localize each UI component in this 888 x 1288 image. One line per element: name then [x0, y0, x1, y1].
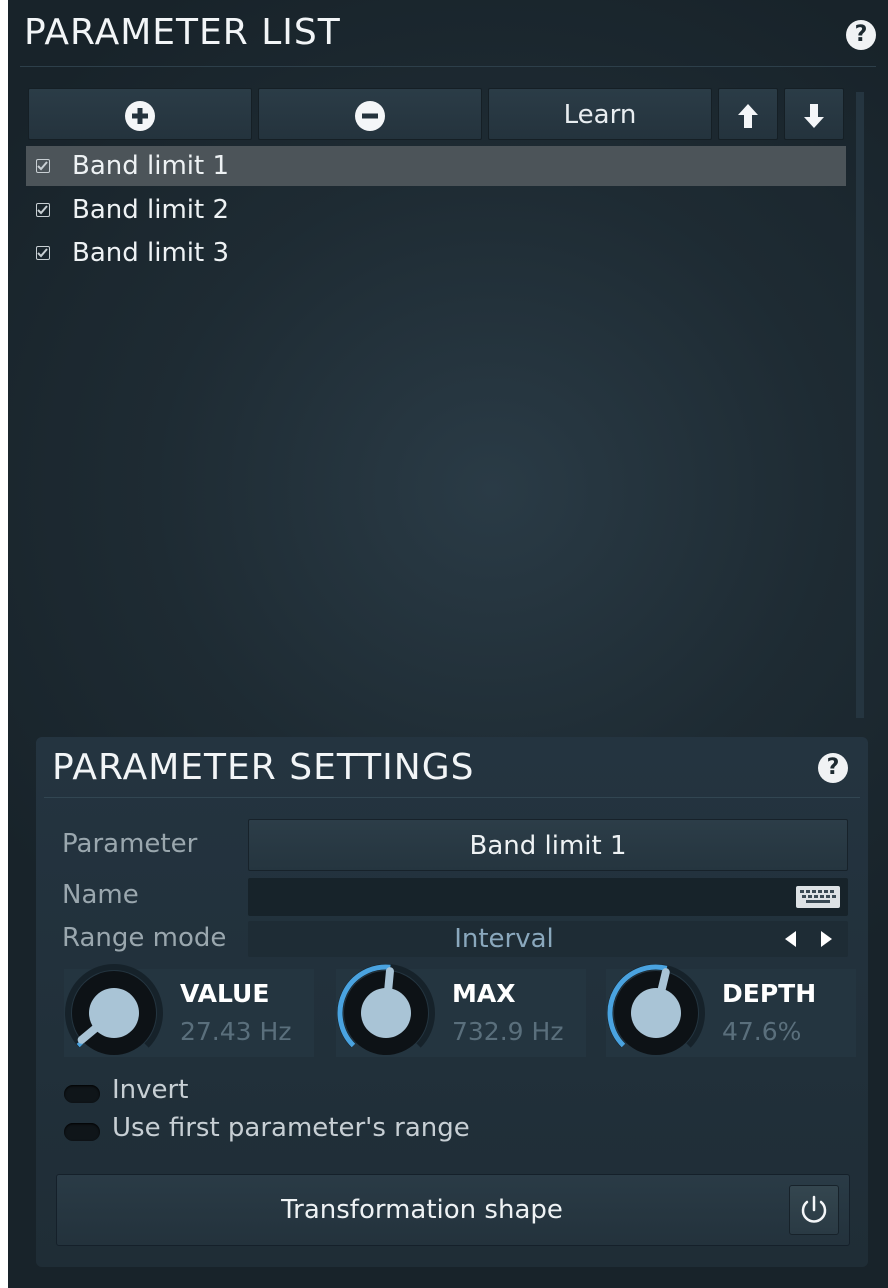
checkbox-icon[interactable] — [36, 159, 50, 173]
list-scrollbar[interactable] — [856, 92, 864, 718]
name-field[interactable] — [248, 878, 848, 916]
max-knob[interactable] — [334, 961, 438, 1065]
list-item-label: Band limit 3 — [72, 238, 230, 268]
knob-cap — [631, 988, 681, 1038]
parameter-settings-title: PARAMETER SETTINGS — [52, 747, 475, 788]
plus-circle-icon — [125, 100, 155, 131]
arrow-down-icon — [804, 103, 824, 128]
minus-circle-icon — [355, 100, 385, 131]
list-item[interactable]: Band limit 1 — [26, 146, 846, 186]
max-knob-title: MAX — [452, 979, 516, 1008]
title-divider — [20, 66, 876, 67]
knob-pointer — [383, 967, 394, 1000]
range-mode-selector[interactable]: Interval — [248, 921, 848, 957]
use-first-range-label: Use first parameter's range — [112, 1113, 470, 1143]
move-down-button[interactable] — [784, 88, 844, 140]
list-item-label: Band limit 2 — [72, 195, 230, 225]
add-parameter-button[interactable] — [28, 88, 252, 140]
depth-knob-group: DEPTH 47.6% — [606, 964, 856, 1057]
knob-pointer — [656, 968, 670, 1000]
depth-knob-value: 47.6% — [722, 1017, 802, 1046]
move-up-button[interactable] — [718, 88, 778, 140]
next-arrow-icon[interactable] — [821, 931, 832, 947]
parameter-list-panel: PARAMETER LIST ? Learn Band limit 1 Band… — [8, 0, 888, 1288]
checkbox-icon[interactable] — [36, 246, 50, 260]
depth-knob[interactable] — [604, 961, 708, 1065]
depth-knob-title: DEPTH — [722, 979, 817, 1008]
list-item[interactable]: Band limit 2 — [26, 190, 846, 230]
parameter-label: Parameter — [62, 829, 198, 859]
list-item[interactable]: Band limit 3 — [26, 233, 846, 273]
list-item-label: Band limit 1 — [72, 151, 230, 181]
transformation-shape-button[interactable]: Transformation shape — [56, 1174, 850, 1246]
parameter-selector[interactable]: Band limit 1 — [248, 819, 848, 871]
learn-button[interactable]: Learn — [488, 88, 712, 140]
value-knob[interactable] — [62, 961, 166, 1065]
help-icon[interactable]: ? — [846, 20, 876, 50]
power-icon — [801, 1195, 827, 1223]
range-mode-value: Interval — [454, 924, 554, 954]
invert-label: Invert — [112, 1075, 189, 1105]
remove-parameter-button[interactable] — [258, 88, 482, 140]
keyboard-icon[interactable] — [796, 886, 840, 908]
value-knob-title: VALUE — [180, 979, 270, 1008]
max-knob-group: MAX 732.9 Hz — [336, 964, 586, 1057]
title-divider — [44, 797, 860, 798]
help-icon[interactable]: ? — [818, 753, 848, 783]
parameter-list-title: PARAMETER LIST — [24, 12, 341, 53]
arrow-up-icon — [738, 103, 758, 128]
transformation-shape-label: Transformation shape — [281, 1195, 563, 1225]
value-knob-value: 27.43 Hz — [180, 1017, 292, 1046]
max-knob-value: 732.9 Hz — [452, 1017, 564, 1046]
power-button[interactable] — [789, 1185, 839, 1235]
previous-arrow-icon[interactable] — [785, 931, 796, 947]
use-first-range-toggle[interactable] — [64, 1123, 100, 1141]
name-label: Name — [62, 880, 139, 910]
range-mode-label: Range mode — [62, 923, 227, 953]
parameter-settings-panel: PARAMETER SETTINGS ? Parameter Band limi… — [36, 737, 868, 1267]
value-knob-group: VALUE 27.43 Hz — [64, 964, 314, 1057]
invert-toggle[interactable] — [64, 1085, 100, 1103]
checkbox-icon[interactable] — [36, 203, 50, 217]
